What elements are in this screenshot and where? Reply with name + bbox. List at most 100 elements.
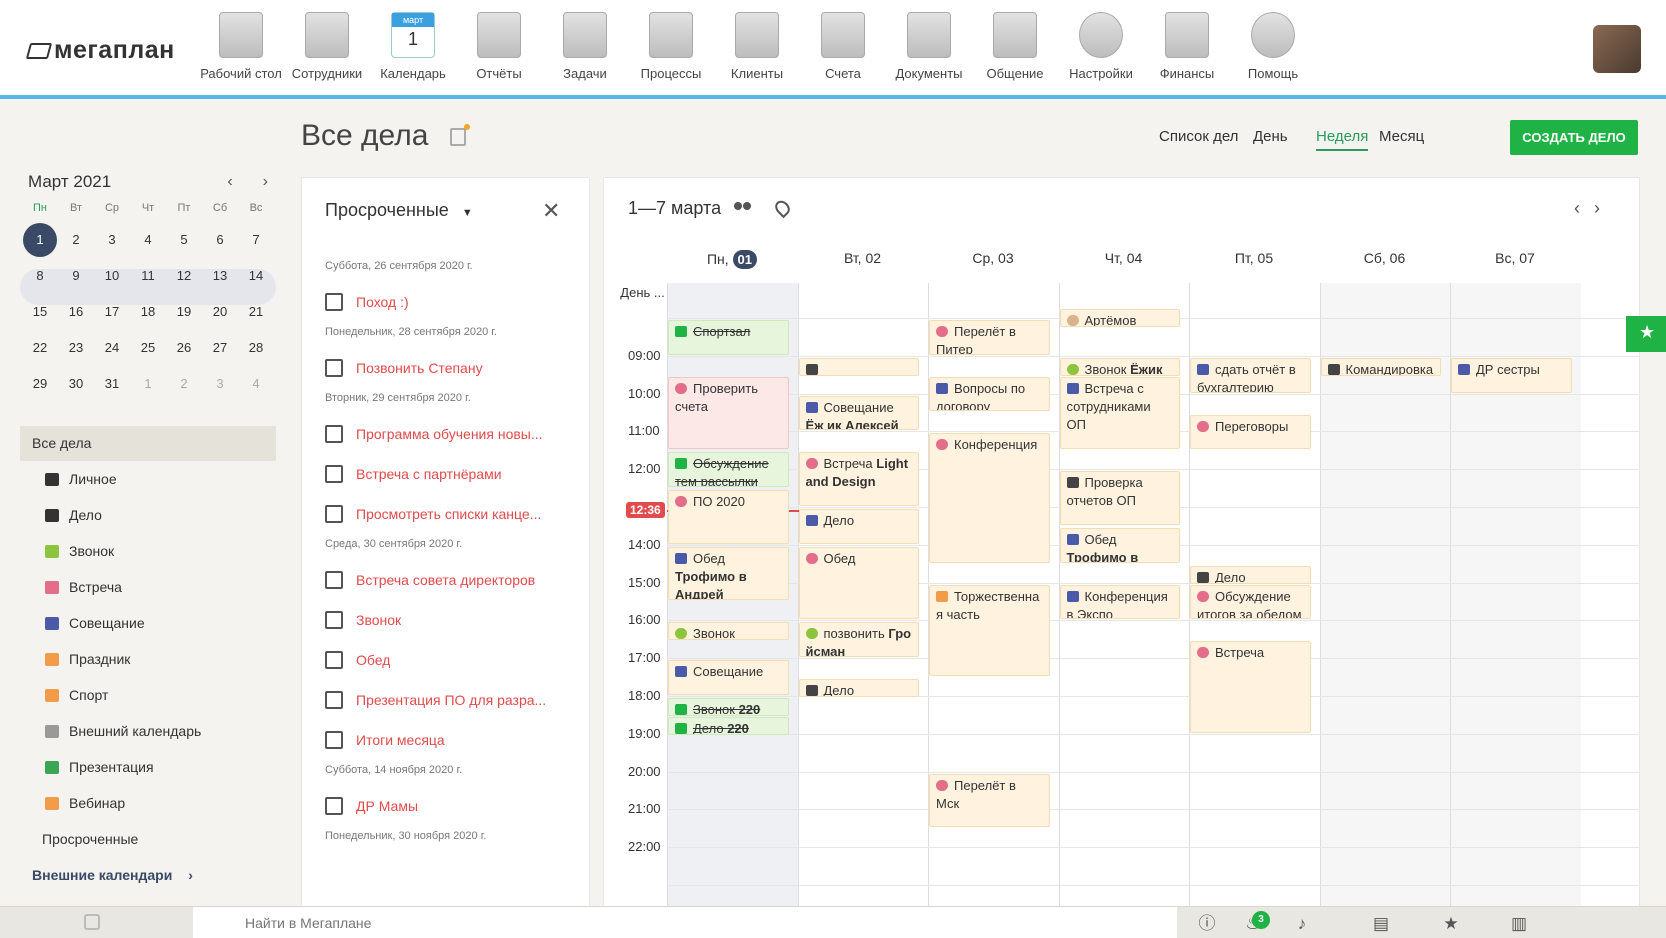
global-search-input[interactable] bbox=[193, 907, 1177, 938]
view-tab-3[interactable]: Месяц bbox=[1379, 128, 1424, 149]
sidebar-item-4[interactable]: Совещание bbox=[20, 605, 276, 641]
notes-icon[interactable] bbox=[450, 124, 470, 146]
bell-icon[interactable]: ♪ bbox=[1293, 915, 1311, 933]
calendar-event[interactable]: Обед Трофимо в Андрей bbox=[1059, 527, 1180, 563]
mini-calendar-day[interactable]: 26 bbox=[166, 330, 202, 366]
create-task-button[interactable]: СОЗДАТЬ ДЕЛО bbox=[1510, 120, 1638, 155]
next-month-icon[interactable]: › bbox=[263, 173, 268, 191]
calendar-event[interactable]: Обед Трофимо в Андрей bbox=[668, 546, 789, 601]
mini-calendar-day[interactable]: 7 bbox=[238, 222, 274, 258]
mini-calendar-day[interactable]: 1 bbox=[130, 366, 166, 402]
calendar-event[interactable]: Зарезервирова bbox=[798, 357, 919, 376]
nav-item-5[interactable]: Процессы bbox=[628, 12, 714, 81]
calendar-event[interactable]: ДР сестры bbox=[1451, 357, 1572, 393]
view-tab-0[interactable]: Список дел bbox=[1159, 128, 1238, 149]
day-header-3[interactable]: Чт, 04 bbox=[1055, 250, 1193, 266]
task-title[interactable]: Обед bbox=[356, 652, 390, 668]
calendar-event[interactable]: Проверить счета bbox=[668, 376, 789, 450]
mini-calendar-day[interactable]: 10 bbox=[94, 258, 130, 294]
task-checkbox[interactable] bbox=[325, 571, 343, 589]
sidebar-item-8[interactable]: Презентация bbox=[20, 749, 276, 785]
day-header-0[interactable]: Пн, 01 bbox=[663, 250, 801, 269]
mini-calendar-day[interactable]: 28 bbox=[238, 330, 274, 366]
mini-calendar-day[interactable]: 4 bbox=[238, 366, 274, 402]
mini-calendar-day[interactable]: 21 bbox=[238, 294, 274, 330]
book-icon[interactable]: ▥ bbox=[1510, 915, 1528, 933]
task-title[interactable]: ДР Мамы bbox=[356, 798, 418, 814]
task-title[interactable]: Программа обучения новы... bbox=[356, 426, 543, 442]
calendar-event[interactable]: Артёмов Максим bbox=[1059, 308, 1180, 327]
overdue-task[interactable]: Итоги месяца bbox=[325, 720, 575, 760]
mini-calendar-day[interactable]: 5 bbox=[166, 222, 202, 258]
calendar-event[interactable]: Конференция в Экспо bbox=[1059, 584, 1180, 620]
task-title[interactable]: Итоги месяца bbox=[356, 732, 445, 748]
calendar-event[interactable]: Звонок Ёжик bbox=[1059, 357, 1180, 376]
mini-calendar-day[interactable]: 3 bbox=[202, 366, 238, 402]
task-title[interactable]: Встреча совета директоров bbox=[356, 572, 535, 588]
calendar-event[interactable]: сдать отчёт в бухгалтерию bbox=[1190, 357, 1311, 393]
task-checkbox[interactable] bbox=[325, 611, 343, 629]
calendar-event[interactable]: Обсуждение итогов за обедом :) Трофимов bbox=[1190, 584, 1311, 620]
day-column[interactable] bbox=[1319, 283, 1450, 906]
sidebar-item-3[interactable]: Встреча bbox=[20, 569, 276, 605]
overdue-task[interactable]: Просмотреть списки канце... bbox=[325, 494, 575, 534]
mini-calendar-day[interactable]: 2 bbox=[58, 222, 94, 258]
nav-item-3[interactable]: Отчёты bbox=[456, 12, 542, 81]
mini-calendar-day[interactable]: 22 bbox=[22, 330, 58, 366]
mini-calendar-day[interactable]: 4 bbox=[130, 222, 166, 258]
task-title[interactable]: Просмотреть списки канце... bbox=[356, 506, 541, 522]
day-header-5[interactable]: Сб, 06 bbox=[1316, 250, 1454, 266]
calendar-event[interactable]: Перелёт в Мск bbox=[929, 773, 1050, 828]
day-header-2[interactable]: Ср, 03 bbox=[924, 250, 1062, 266]
calendar-event[interactable]: Звонок bbox=[668, 622, 789, 641]
mini-calendar-day[interactable]: 6 bbox=[202, 222, 238, 258]
nav-item-6[interactable]: Клиенты bbox=[714, 12, 800, 81]
calendar-event[interactable]: Переговоры bbox=[1190, 414, 1311, 450]
task-checkbox[interactable] bbox=[325, 293, 343, 311]
day-header-4[interactable]: Пт, 05 bbox=[1185, 250, 1323, 266]
nav-item-7[interactable]: Счета bbox=[800, 12, 886, 81]
task-checkbox[interactable] bbox=[325, 797, 343, 815]
calendar-event[interactable]: Дело bbox=[798, 509, 919, 544]
phone-icon[interactable] bbox=[84, 914, 100, 930]
mini-calendar-day[interactable]: 24 bbox=[94, 330, 130, 366]
calendar-event[interactable]: позвонить Гро йсман Анжелика bbox=[798, 622, 919, 658]
calendar-event[interactable]: Проверка отчетов ОП bbox=[1059, 471, 1180, 525]
mini-calendar-day[interactable]: 18 bbox=[130, 294, 166, 330]
calendar-event[interactable]: Встреча bbox=[1190, 641, 1311, 733]
message-icon[interactable]: ▤ bbox=[1372, 915, 1390, 933]
task-title[interactable]: Презентация ПО для разра... bbox=[356, 692, 546, 708]
calendar-event[interactable]: Обсуждение тем рассылки bbox=[668, 452, 789, 488]
sidebar-item-0[interactable]: Личное bbox=[20, 461, 276, 497]
mini-calendar-day[interactable]: 17 bbox=[94, 294, 130, 330]
calendar-event[interactable]: Дело 220 bbox=[668, 716, 789, 735]
mini-calendar-day[interactable]: 9 bbox=[58, 258, 94, 294]
calendar-event[interactable]: Звонок 220 bbox=[668, 698, 789, 716]
sidebar-item-all[interactable]: Все дела bbox=[20, 426, 276, 461]
close-icon[interactable]: ✕ bbox=[542, 198, 560, 224]
day-header-1[interactable]: Вт, 02 bbox=[794, 250, 932, 266]
sidebar-item-9[interactable]: Вебинар bbox=[20, 785, 276, 821]
view-tab-1[interactable]: День bbox=[1253, 128, 1288, 149]
task-title[interactable]: Звонок bbox=[356, 612, 401, 628]
sidebar-item-1[interactable]: Дело bbox=[20, 497, 276, 533]
sidebar-item-6[interactable]: Спорт bbox=[20, 677, 276, 713]
mini-calendar-day[interactable]: 29 bbox=[22, 366, 58, 402]
alert-icon[interactable]: ⓘ bbox=[1198, 915, 1216, 933]
nav-item-12[interactable]: Помощь bbox=[1230, 12, 1316, 81]
calendar-event[interactable]: Встреча с сотрудниками ОП bbox=[1059, 376, 1180, 450]
nav-item-1[interactable]: Сотрудники bbox=[284, 12, 370, 81]
sidebar-item-2[interactable]: Звонок bbox=[20, 533, 276, 569]
mini-calendar-day[interactable]: 2 bbox=[166, 366, 202, 402]
task-title[interactable]: Позвонить Степану bbox=[356, 360, 483, 376]
calendar-event[interactable]: Встреча Light and Design bbox=[798, 452, 919, 506]
sidebar-item-external[interactable]: Внешние календари › bbox=[20, 857, 276, 893]
task-checkbox[interactable] bbox=[325, 731, 343, 749]
overdue-filter[interactable]: Просроченные ▼ bbox=[325, 200, 473, 221]
calendar-event[interactable]: Дело bbox=[798, 679, 919, 698]
task-checkbox[interactable] bbox=[325, 691, 343, 709]
task-checkbox[interactable] bbox=[325, 425, 343, 443]
nav-item-11[interactable]: Финансы bbox=[1144, 12, 1230, 81]
mini-calendar-day[interactable]: 12 bbox=[166, 258, 202, 294]
mini-calendar-day[interactable]: 13 bbox=[202, 258, 238, 294]
